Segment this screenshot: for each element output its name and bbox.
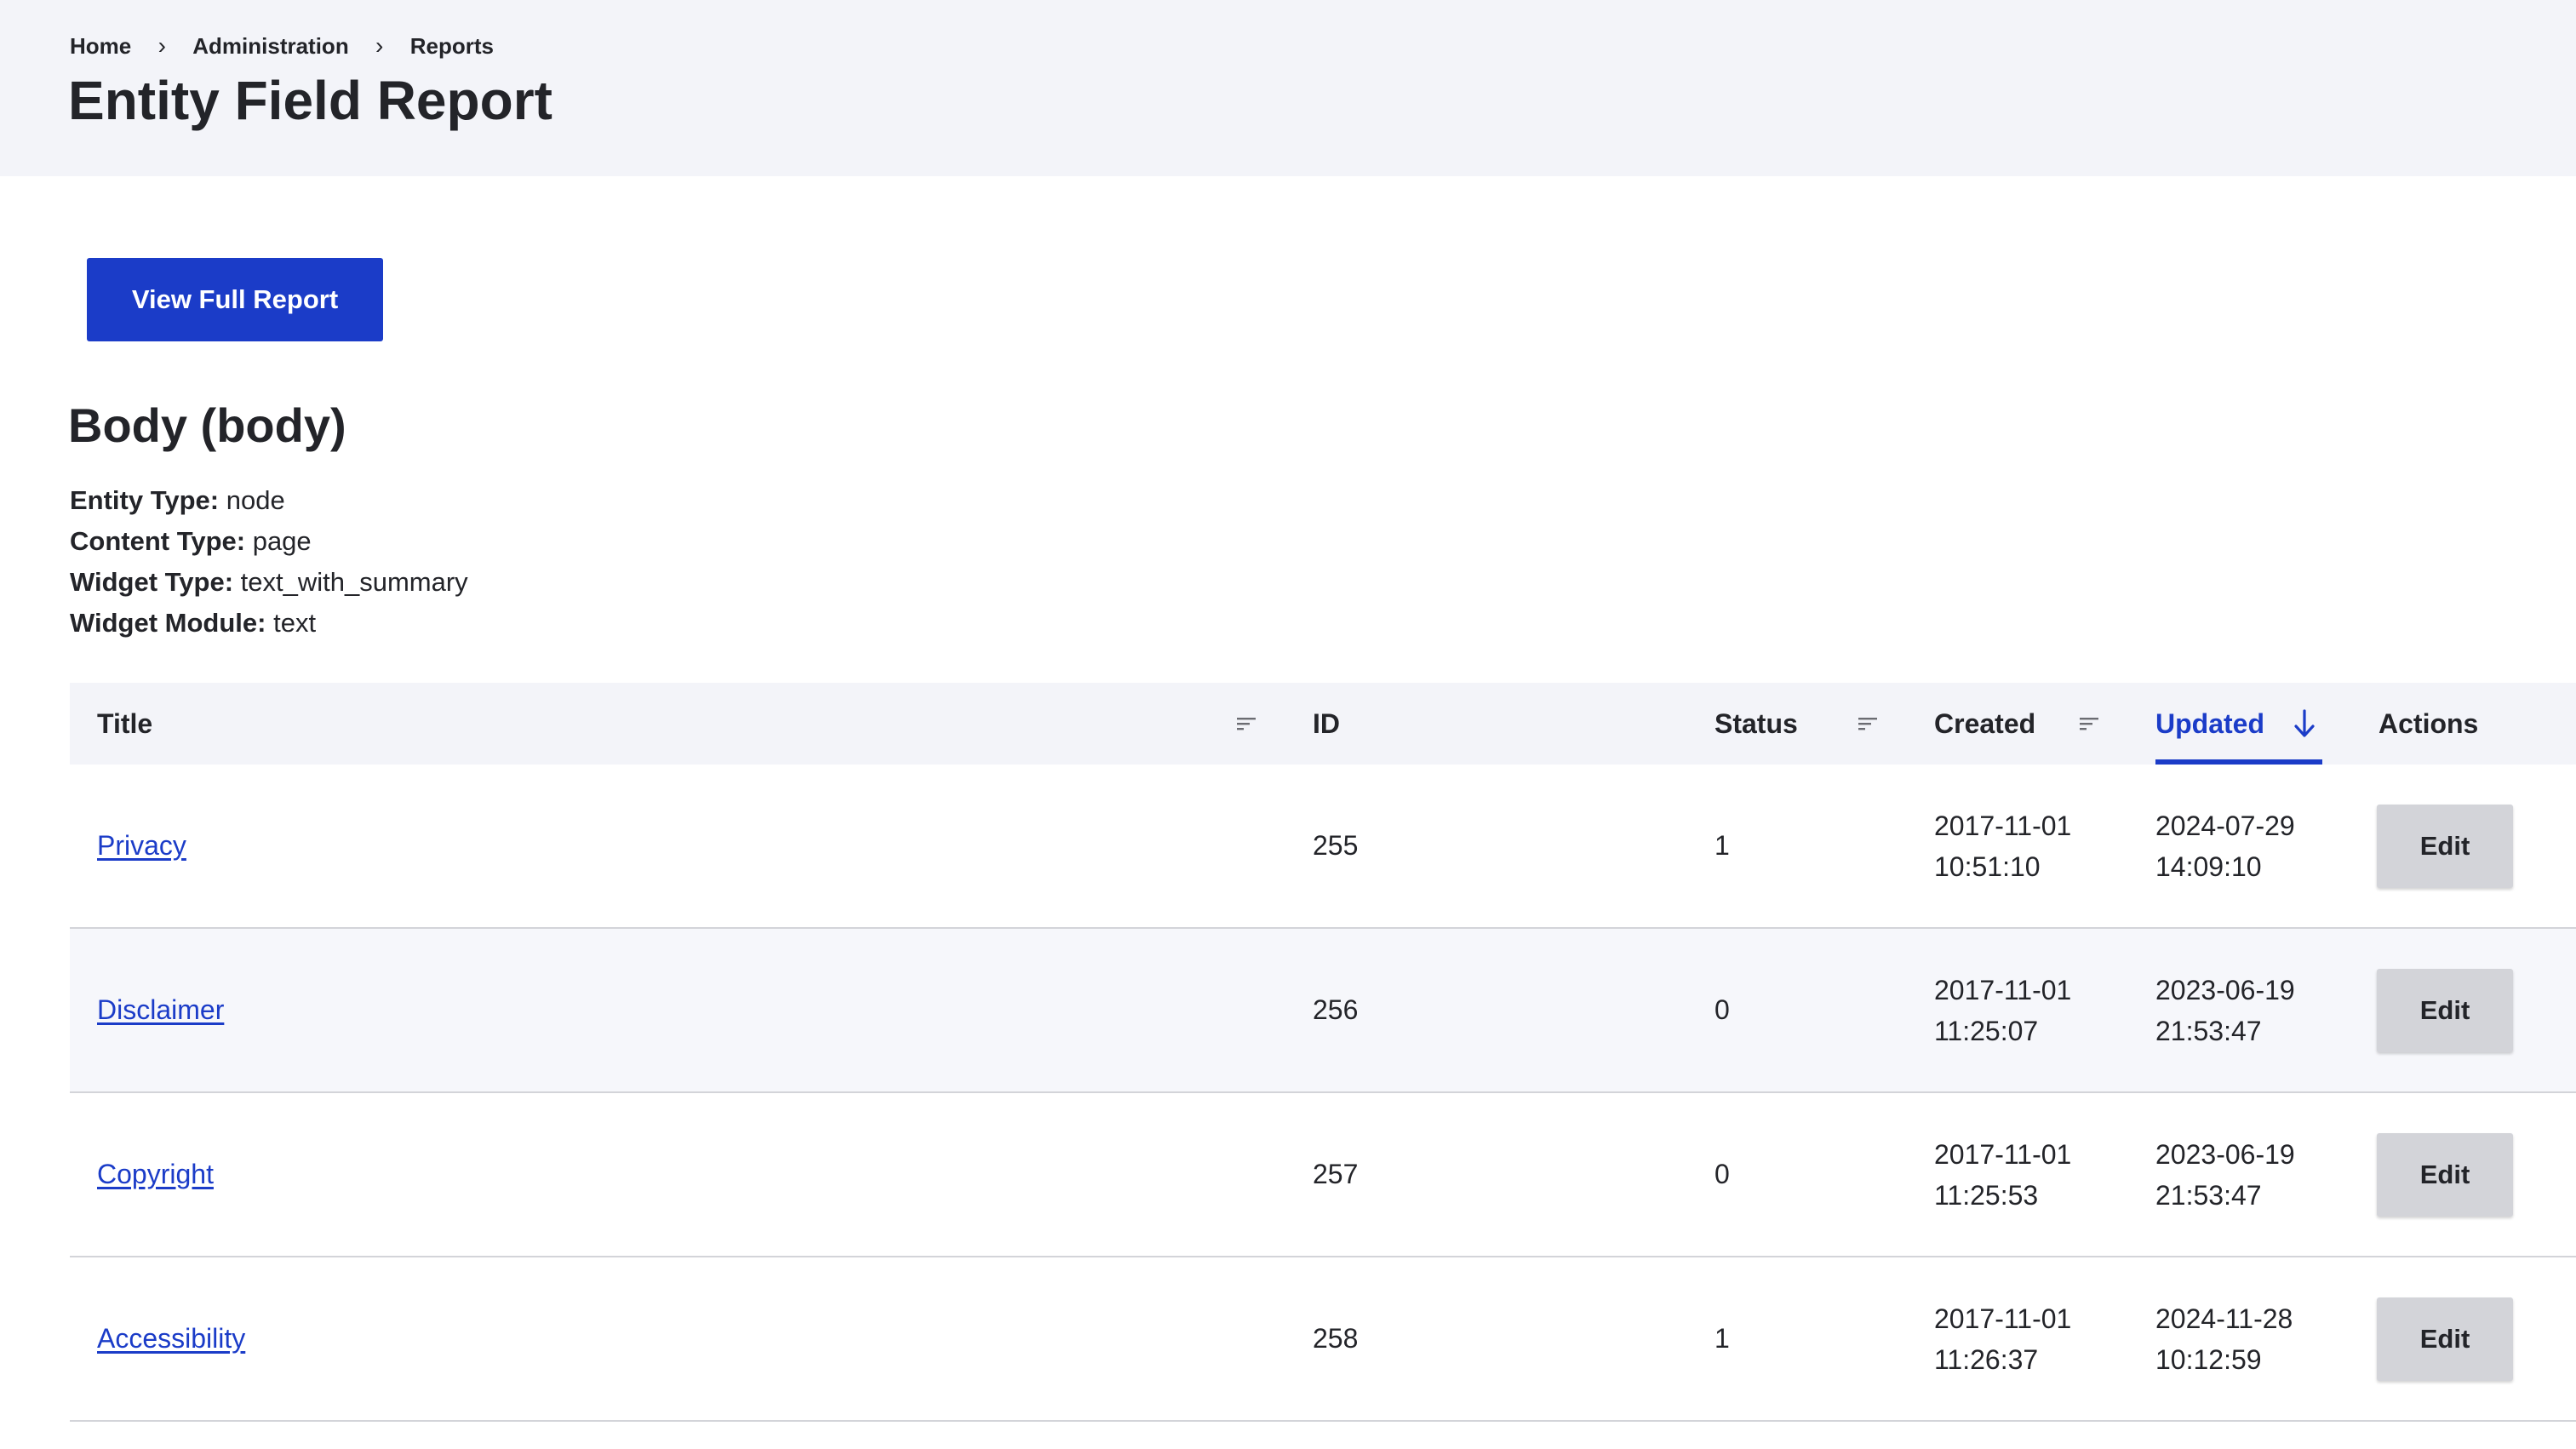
cell-created: 2017-11-01 11:25:07 (1934, 929, 2071, 1091)
edit-button[interactable]: Edit (2377, 1297, 2513, 1381)
content-type-row: Content Type: page (70, 521, 468, 562)
column-header-created[interactable]: Created (1934, 683, 2035, 765)
edit-button[interactable]: Edit (2377, 1132, 2513, 1217)
breadcrumb-administration-link[interactable]: Administration (192, 33, 348, 60)
meta-value: node (226, 485, 285, 515)
meta-value: page (252, 526, 312, 556)
field-metadata: Entity Type: node Content Type: page Wid… (70, 480, 468, 644)
cell-created: 2017-11-01 10:51:10 (1934, 765, 2071, 927)
created-date: 2017-11-01 (1934, 810, 2072, 841)
meta-label: Widget Type: (70, 567, 234, 597)
created-time: 11:25:07 (1934, 1015, 2039, 1046)
created-date: 2017-11-01 (1934, 1138, 2072, 1170)
cell-actions: Edit (2377, 765, 2513, 927)
cell-id: 258 (1313, 1323, 1359, 1354)
column-header-id-label: ID (1313, 707, 1340, 739)
cell-created: 2017-11-01 11:26:37 (1934, 1257, 2071, 1420)
cell-title: Disclaimer (97, 929, 224, 1091)
node-title-link[interactable]: Accessibility (97, 1323, 245, 1354)
cell-title: Accessibility (97, 1257, 245, 1420)
column-header-status[interactable]: Status (1714, 683, 1798, 765)
table-row: Privacy 255 1 2017-11-01 10:51:10 2024-0… (70, 765, 2576, 929)
meta-label: Widget Module: (70, 608, 266, 638)
cell-id: 257 (1313, 1159, 1359, 1189)
sort-icon[interactable] (1236, 713, 1257, 734)
updated-time: 14:09:10 (2155, 850, 2262, 882)
cell-updated: 2024-07-29 14:09:10 (2155, 765, 2295, 927)
edit-button[interactable]: Edit (2377, 804, 2513, 888)
cell-title: Copyright (97, 1093, 214, 1256)
cell-actions: Edit (2377, 1093, 2513, 1256)
cell-actions: Edit (2377, 1257, 2513, 1420)
cell-created: 2017-11-01 11:25:53 (1934, 1093, 2071, 1256)
breadcrumb-separator-icon: › (375, 32, 384, 59)
field-title: Body (body) (68, 398, 346, 452)
table-row: Disclaimer 256 0 2017-11-01 11:25:07 202… (70, 929, 2576, 1093)
sort-icon[interactable] (2079, 713, 2099, 734)
breadcrumb-separator-icon: › (157, 32, 166, 59)
cell-title: Privacy (97, 765, 186, 927)
table-row: Copyright 257 0 2017-11-01 11:25:53 2023… (70, 1093, 2576, 1257)
table-row: Accessibility 258 1 2017-11-01 11:26:37 … (70, 1257, 2576, 1422)
created-time: 11:26:37 (1934, 1343, 2039, 1375)
page-title: Entity Field Report (68, 70, 552, 131)
page-header: Home › Administration › Reports Entity F… (0, 0, 2576, 176)
meta-label: Entity Type: (70, 485, 220, 515)
table-header-row: Title ID Status Created Updated Actions (70, 683, 2576, 765)
cell-status: 1 (1714, 1323, 1730, 1354)
updated-time: 21:53:47 (2155, 1179, 2262, 1211)
node-title-link[interactable]: Copyright (97, 1159, 214, 1190)
column-header-actions: Actions (2379, 683, 2478, 765)
column-header-title-label: Title (97, 707, 153, 739)
meta-label: Content Type: (70, 526, 246, 556)
view-full-report-button[interactable]: View Full Report (87, 258, 383, 341)
node-title-link[interactable]: Privacy (97, 830, 186, 862)
created-time: 10:51:10 (1934, 850, 2041, 882)
widget-module-row: Widget Module: text (70, 603, 468, 644)
column-header-created-label: Created (1934, 707, 2036, 739)
breadcrumb-home-link[interactable]: Home (70, 33, 131, 60)
entity-type-row: Entity Type: node (70, 480, 468, 521)
column-header-id: ID (1313, 683, 1340, 765)
cell-updated: 2023-06-19 21:53:47 (2155, 1093, 2295, 1256)
column-header-updated-label: Updated (2155, 707, 2264, 739)
field-usage-table: Title ID Status Created Updated Actions … (70, 683, 2576, 1422)
updated-date: 2024-07-29 (2155, 810, 2295, 841)
updated-date: 2024-11-28 (2155, 1303, 2293, 1334)
cell-status: 1 (1714, 830, 1730, 861)
created-date: 2017-11-01 (1934, 974, 2072, 1005)
meta-value: text_with_summary (240, 567, 468, 597)
breadcrumb: Home › Administration › Reports (70, 31, 494, 61)
created-time: 11:25:53 (1934, 1179, 2039, 1211)
cell-status: 0 (1714, 1159, 1730, 1189)
cell-actions: Edit (2377, 929, 2513, 1091)
cell-id: 256 (1313, 994, 1359, 1025)
cell-status: 0 (1714, 994, 1730, 1025)
column-header-actions-label: Actions (2379, 707, 2479, 739)
sort-icon[interactable] (1858, 713, 1878, 734)
updated-date: 2023-06-19 (2155, 974, 2295, 1005)
updated-time: 10:12:59 (2155, 1343, 2262, 1375)
widget-type-row: Widget Type: text_with_summary (70, 562, 468, 603)
created-date: 2017-11-01 (1934, 1303, 2072, 1334)
arrow-down-icon (2294, 709, 2315, 737)
cell-id: 255 (1313, 830, 1359, 861)
node-title-link[interactable]: Disclaimer (97, 994, 224, 1026)
column-header-title[interactable]: Title (97, 683, 152, 765)
meta-value: text (273, 608, 317, 638)
updated-time: 21:53:47 (2155, 1015, 2262, 1046)
cell-updated: 2023-06-19 21:53:47 (2155, 929, 2295, 1091)
cell-updated: 2024-11-28 10:12:59 (2155, 1257, 2293, 1420)
column-header-updated[interactable]: Updated (2155, 683, 2322, 765)
column-header-status-label: Status (1714, 707, 1798, 739)
updated-date: 2023-06-19 (2155, 1138, 2295, 1170)
breadcrumb-reports-link[interactable]: Reports (410, 33, 494, 60)
edit-button[interactable]: Edit (2377, 968, 2513, 1052)
